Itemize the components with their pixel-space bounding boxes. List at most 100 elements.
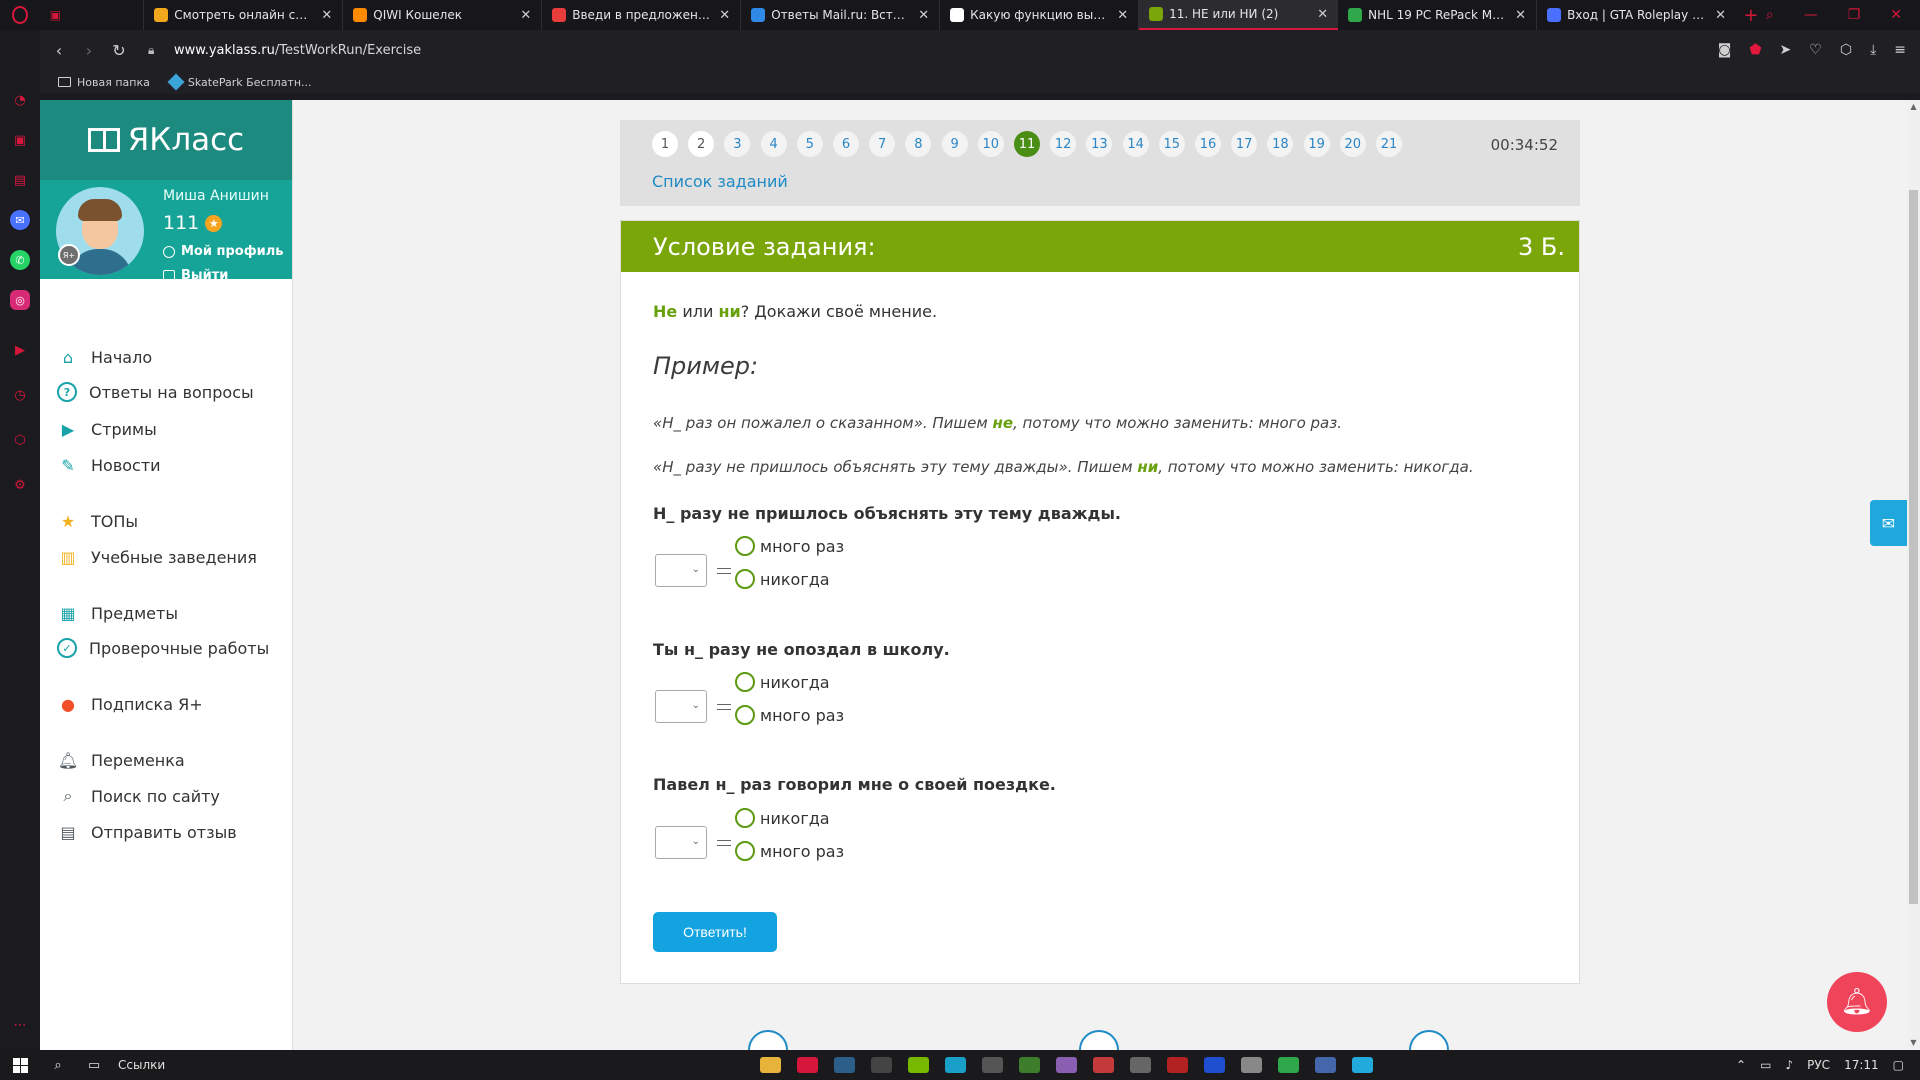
task-number-5[interactable]: 5	[796, 131, 823, 157]
question-2-option-2[interactable]: много раз	[735, 705, 844, 725]
app-icon[interactable]	[1056, 1057, 1077, 1073]
question-3-option-2[interactable]: много раз	[735, 841, 844, 861]
bookmark-folder[interactable]: Новая папка	[58, 76, 150, 89]
briefcase-icon[interactable]: ▣	[10, 130, 30, 150]
radio-icon[interactable]	[735, 672, 755, 692]
question-3-option-1[interactable]: никогда	[735, 808, 830, 828]
task-number-16[interactable]: 16	[1195, 131, 1221, 157]
question-1-option-1[interactable]: много раз	[735, 536, 844, 556]
history-icon[interactable]: ◷	[10, 385, 30, 405]
menu-item-break[interactable]: 🔔︎ Переменка	[57, 749, 185, 771]
close-tab-icon[interactable]: ✕	[1715, 8, 1726, 23]
menu-item-streams[interactable]: ▶ Стримы	[57, 418, 157, 440]
next-task-icon[interactable]	[1409, 1030, 1449, 1050]
forward-icon[interactable]: ›	[74, 41, 104, 60]
lock-icon[interactable]: 🔒︎	[148, 43, 166, 58]
app-icon[interactable]	[1315, 1057, 1336, 1073]
task-number-15[interactable]: 15	[1158, 131, 1185, 157]
mail-feedback-icon[interactable]: ✉	[1870, 500, 1907, 546]
maximize-icon[interactable]: ❐	[1848, 7, 1861, 23]
links-toolbar[interactable]: Ссылки	[118, 1058, 165, 1072]
task-number-7[interactable]: 7	[869, 131, 896, 157]
opera-icon[interactable]	[797, 1057, 818, 1073]
task-number-19[interactable]: 19	[1303, 131, 1330, 157]
instagram-icon[interactable]: ◎	[10, 290, 30, 310]
app-icon[interactable]	[1167, 1057, 1188, 1073]
radio-icon[interactable]	[735, 808, 755, 828]
twitch-icon[interactable]: ▤	[10, 170, 30, 190]
question-2-option-1[interactable]: никогда	[735, 672, 830, 692]
task-number-9[interactable]: 9	[941, 131, 968, 157]
close-tab-icon[interactable]: ✕	[1117, 8, 1128, 23]
messenger-icon[interactable]: ✉	[10, 210, 30, 230]
url-field[interactable]: www.yaklass.ru/TestWorkRun/Exercise	[174, 43, 421, 58]
task-number-13[interactable]: 13	[1086, 131, 1113, 157]
tray-expand-icon[interactable]: ⌃	[1736, 1058, 1746, 1072]
heart-icon[interactable]: ♡	[1809, 42, 1822, 58]
reload-icon[interactable]: ↻	[104, 41, 134, 60]
tab-3[interactable]: Введи в предложения вос✕	[542, 0, 742, 30]
close-tab-icon[interactable]: ✕	[1317, 7, 1328, 22]
yaklass-logo[interactable]: ЯКласс	[40, 100, 292, 180]
app-icon[interactable]	[1019, 1057, 1040, 1073]
tab-5[interactable]: Какую функцию выполня✕	[940, 0, 1140, 30]
camera-icon[interactable]: ◙	[1718, 42, 1732, 58]
question-1-option-2[interactable]: никогда	[735, 569, 830, 589]
download-icon[interactable]: ⤓	[1870, 42, 1876, 58]
tab-2[interactable]: QIWI Кошелек ✕	[343, 0, 543, 30]
scroll-down-icon[interactable]: ▼	[1907, 1038, 1920, 1047]
close-tab-icon[interactable]: ✕	[321, 8, 332, 23]
network-icon[interactable]: ▭	[1760, 1058, 1771, 1072]
logout-link[interactable]: Выйти	[163, 268, 228, 283]
explorer-icon[interactable]	[760, 1057, 781, 1073]
back-icon[interactable]: ‹	[44, 41, 74, 60]
send-icon[interactable]: ➤	[1780, 42, 1792, 58]
menu-icon[interactable]: ≡	[1894, 42, 1906, 58]
windows-start-icon[interactable]	[0, 1057, 40, 1073]
app-icon[interactable]	[1130, 1057, 1151, 1073]
task-number-4[interactable]: 4	[760, 131, 787, 157]
menu-item-schools[interactable]: ▥ Учебные заведения	[57, 546, 256, 568]
more-icon[interactable]: ⋯	[10, 1015, 30, 1035]
clock[interactable]: 17:11	[1844, 1058, 1879, 1072]
task-number-17[interactable]: 17	[1231, 131, 1258, 157]
close-tab-icon[interactable]: ✕	[1515, 8, 1526, 23]
task-number-20[interactable]: 20	[1339, 131, 1366, 157]
close-tab-icon[interactable]: ✕	[918, 8, 929, 23]
task-number-3[interactable]: 3	[724, 131, 751, 157]
steam-icon[interactable]	[834, 1057, 855, 1073]
tab-7[interactable]: NHL 19 PC RePack Механ ✕	[1338, 0, 1538, 30]
tab-8[interactable]: Вход | GTA Roleplay – Игра✕	[1537, 0, 1736, 30]
notifications-icon[interactable]: ▢	[1893, 1058, 1904, 1072]
menu-item-search[interactable]: ⌕ Поиск по сайту	[57, 785, 220, 807]
notification-bell-icon[interactable]: 🔔︎	[1827, 972, 1887, 1032]
question-3-select[interactable]: ⌄	[655, 826, 707, 859]
tab-1[interactable]: Смотреть онлайн сериал✕	[144, 0, 344, 30]
radio-icon[interactable]	[735, 536, 755, 556]
close-tab-icon[interactable]: ✕	[520, 8, 531, 23]
app-icon[interactable]	[1204, 1057, 1225, 1073]
minimize-icon[interactable]: —	[1804, 7, 1818, 23]
close-tab-icon[interactable]: ✕	[719, 8, 730, 23]
app-icon[interactable]	[1352, 1057, 1373, 1073]
app-icon[interactable]	[1093, 1057, 1114, 1073]
opera-logo-icon[interactable]	[0, 0, 40, 30]
task-view-icon[interactable]: ▭	[76, 1058, 112, 1073]
box-icon[interactable]: ⬡	[1840, 42, 1852, 58]
task-number-12[interactable]: 12	[1050, 131, 1077, 157]
tab-4[interactable]: Ответы Mail.ru: Вставьте ч✕	[741, 0, 941, 30]
task-list-link[interactable]: Список заданий	[652, 172, 788, 191]
close-window-icon[interactable]: ✕	[1890, 7, 1902, 23]
task-number-1[interactable]: 1	[652, 131, 678, 157]
app-icon[interactable]	[1278, 1057, 1299, 1073]
task-number-21[interactable]: 21	[1376, 131, 1402, 157]
task-number-10[interactable]: 10	[977, 131, 1004, 157]
cube-icon[interactable]: ⬡	[10, 430, 30, 450]
scroll-thumb[interactable]	[1909, 190, 1918, 904]
task-number-8[interactable]: 8	[905, 131, 932, 157]
task-number-6[interactable]: 6	[833, 131, 859, 157]
menu-item-answers[interactable]: ? Ответы на вопросы	[57, 382, 254, 402]
new-tab-icon[interactable]: +	[1736, 0, 1766, 30]
speed-dial-icon[interactable]: ◔	[10, 90, 30, 110]
settings-icon[interactable]: ⚙	[10, 475, 30, 495]
